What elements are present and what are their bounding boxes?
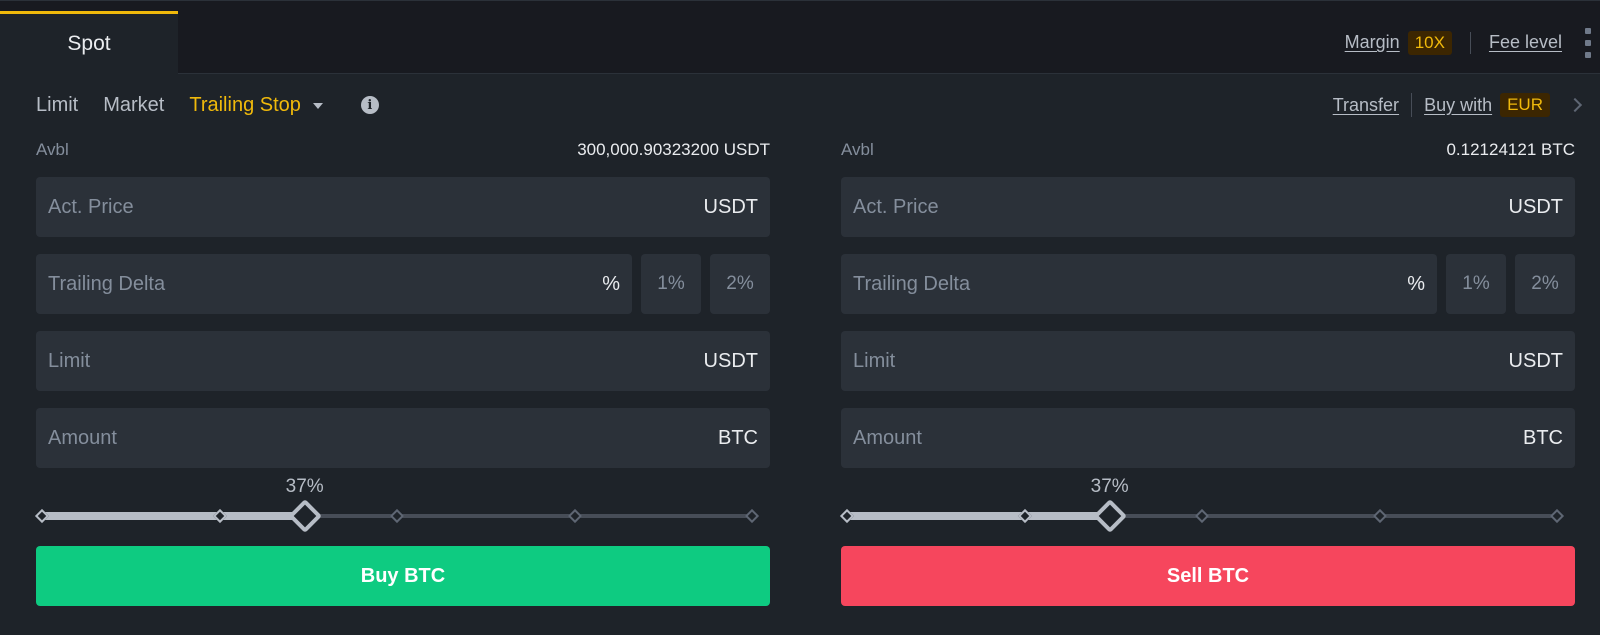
trailing-delta-row: % 1% 2% [36,254,770,314]
slider-tick-50[interactable] [1194,508,1210,524]
act-price-unit: USDT [703,195,758,218]
limit-input[interactable] [853,349,1509,373]
buy-btc-button[interactable]: Buy BTC [36,546,770,606]
delta-preset-1-button[interactable]: 1% [641,254,701,314]
amount-slider[interactable]: 37% [839,468,1575,544]
divider [1411,93,1413,117]
fee-level-link[interactable]: Fee level [1489,32,1562,53]
trailing-delta-input[interactable] [48,272,603,296]
limit-field[interactable]: USDT [841,331,1575,391]
slider-track[interactable] [839,499,1565,533]
amount-unit: BTC [718,426,758,449]
delta-preset-2-button[interactable]: 2% [710,254,770,314]
trailing-delta-row: % 1% 2% [841,254,1575,314]
buy-panel: Avbl 300,000.90323200 USDT USDT % 1% 2% … [34,136,770,606]
avbl-label: Avbl [841,140,874,159]
slider-tick-100[interactable] [1549,508,1565,524]
top-bar: Spot Margin 10X Fee level [0,0,1600,74]
delta-preset-2-button[interactable]: 2% [1515,254,1575,314]
limit-unit: USDT [703,349,758,372]
limit-field[interactable]: USDT [36,331,770,391]
buy-with-currency-badge[interactable]: EUR [1500,93,1550,117]
transfer-link[interactable]: Transfer [1333,95,1399,116]
act-price-unit: USDT [1508,195,1563,218]
tab-spot[interactable]: Spot [0,11,178,74]
trailing-delta-field[interactable]: % [36,254,632,314]
trailing-delta-input[interactable] [853,272,1408,296]
trailing-delta-unit: % [602,272,620,295]
order-type-limit[interactable]: Limit [36,94,78,117]
trailing-delta-field[interactable]: % [841,254,1437,314]
slider-thumb[interactable] [1092,499,1127,533]
slider-track[interactable] [34,499,760,533]
act-price-input[interactable] [48,195,704,219]
chevron-right-icon[interactable] [1567,97,1583,113]
amount-input[interactable] [853,426,1523,450]
trailing-delta-unit: % [1407,272,1425,295]
amount-unit: BTC [1523,426,1563,449]
avbl-value: 300,000.90323200 USDT [577,140,770,159]
divider [1469,31,1471,54]
info-icon[interactable]: i [360,96,379,114]
slider-tick-75[interactable] [1372,508,1387,524]
margin-link[interactable]: Margin [1345,32,1400,53]
available-balance-row: Avbl 0.12124121 BTC [841,136,1575,164]
amount-field[interactable]: BTC [36,408,770,468]
amount-input[interactable] [48,426,718,450]
amount-slider[interactable]: 37% [34,468,770,544]
caret-down-icon[interactable] [312,103,323,109]
slider-tick-50[interactable] [389,508,405,524]
act-price-input[interactable] [853,195,1509,219]
transfer-links: Transfer Buy with EUR [1333,88,1583,122]
limit-unit: USDT [1508,349,1563,372]
act-price-field[interactable]: USDT [841,177,1575,237]
more-options-icon[interactable] [1582,27,1594,58]
slider-percent-label: 37% [1090,476,1129,497]
slider-fill [42,512,311,520]
delta-preset-1-button[interactable]: 1% [1446,254,1506,314]
avbl-label: Avbl [36,140,69,159]
order-type-trailing-stop[interactable]: Trailing Stop [189,94,301,117]
slider-tick-100[interactable] [744,508,760,524]
order-type-tabs: Limit Market Trailing Stop i [36,88,379,122]
slider-fill [847,512,1116,520]
order-type-market[interactable]: Market [103,94,164,117]
sell-btc-button[interactable]: Sell BTC [841,546,1575,606]
sell-panel: Avbl 0.12124121 BTC USDT % 1% 2% USDT BT… [839,136,1575,606]
buy-with-link[interactable]: Buy with [1424,95,1492,116]
slider-thumb[interactable] [287,499,322,533]
top-right-links: Margin 10X Fee level [1345,11,1600,74]
amount-field[interactable]: BTC [841,408,1575,468]
slider-tick-75[interactable] [567,508,582,524]
limit-input[interactable] [48,349,704,373]
act-price-field[interactable]: USDT [36,177,770,237]
slider-percent-label: 37% [285,476,324,497]
margin-badge[interactable]: 10X [1407,30,1452,55]
available-balance-row: Avbl 300,000.90323200 USDT [36,136,770,164]
avbl-value: 0.12124121 BTC [1446,140,1575,159]
